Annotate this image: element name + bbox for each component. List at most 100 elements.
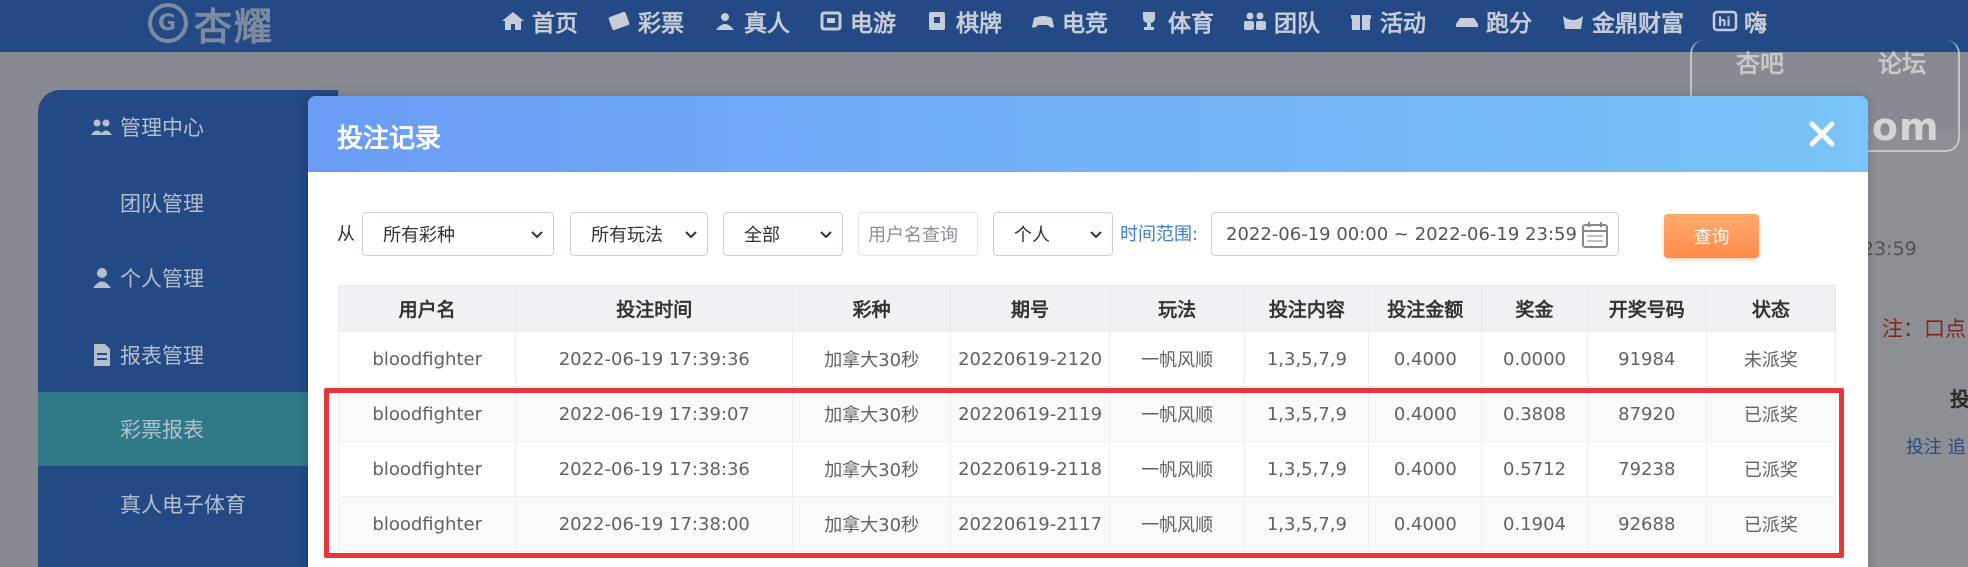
nav-item-11[interactable]: hi 嗨 bbox=[1712, 4, 1767, 38]
sidebar-item-5[interactable]: 真人电子体育 bbox=[38, 467, 338, 541]
column-header: 开奖号码 bbox=[1586, 285, 1707, 332]
username-search-placeholder: 用户名查询 bbox=[868, 225, 958, 246]
chevron-down-icon bbox=[685, 231, 697, 239]
background-panel bbox=[1860, 130, 1968, 567]
column-header: 期号 bbox=[950, 285, 1111, 332]
table-cell: 20220619-2117 bbox=[950, 496, 1111, 552]
hi-icon: hi bbox=[1712, 10, 1738, 32]
logo-mark-icon: G bbox=[148, 3, 188, 43]
cards-icon bbox=[924, 10, 950, 32]
ticket-icon bbox=[606, 10, 632, 32]
table-row[interactable]: bloodfighter 2022-06-19 17:38:00 加拿大30秒 202… bbox=[337, 496, 1837, 552]
nav-item-label: 活动 bbox=[1380, 11, 1426, 37]
sidebar-item-2[interactable]: 个人管理 bbox=[38, 241, 338, 315]
table-cell: 一帆风顺 bbox=[1109, 496, 1246, 552]
sidebar-item-3[interactable]: 报表管理 bbox=[38, 318, 338, 392]
table-cell: 1,3,5,7,9 bbox=[1244, 386, 1370, 442]
table-cell: 加拿大30秒 bbox=[792, 441, 952, 497]
lottery-select[interactable]: 所有彩种 bbox=[362, 212, 554, 256]
sidebar-item-4[interactable]: 彩票报表 bbox=[38, 392, 338, 466]
status-cell: 已派奖 bbox=[1705, 386, 1837, 442]
nav-item-7[interactable]: 团队 bbox=[1242, 4, 1320, 38]
background-date-tail: 23:59 bbox=[1862, 238, 1917, 260]
filter-row: 从 所有彩种 所有玩法 全部 用户名查询 个人 时间范围: 2022-06-19… bbox=[308, 212, 1868, 258]
status-cell: 已派奖 bbox=[1705, 441, 1837, 497]
close-button[interactable] bbox=[1800, 112, 1844, 156]
username-search-input[interactable]: 用户名查询 bbox=[858, 212, 978, 256]
nav-item-label: 电游 bbox=[850, 11, 896, 37]
date-range-input[interactable]: 2022-06-19 00:00 ~ 2022-06-19 23:59 bbox=[1211, 212, 1619, 256]
table-cell: 1,3,5,7,9 bbox=[1244, 441, 1370, 497]
nav-item-label: 首页 bbox=[532, 11, 578, 37]
nav-item-label: 嗨 bbox=[1744, 11, 1767, 37]
table-cell: 0.5712 bbox=[1481, 441, 1588, 497]
column-header: 投注内容 bbox=[1244, 285, 1370, 332]
chevron-down-icon bbox=[820, 231, 832, 239]
nav-item-9[interactable]: 跑分 bbox=[1454, 4, 1532, 38]
query-button[interactable]: 查询 bbox=[1664, 214, 1759, 258]
table-cell: 加拿大30秒 bbox=[792, 496, 952, 552]
background-column-header: 投 bbox=[1950, 387, 1968, 411]
sidebar-item-0[interactable]: 管理中心 bbox=[38, 90, 338, 164]
top-navbar: G 杏耀 首页 彩票 真人 电游 棋牌 电竞 体育 团队 活动 跑分 金鼎财富 hi 嗨 bbox=[0, 0, 1968, 52]
nav-item-label: 真人 bbox=[744, 11, 790, 37]
report-icon bbox=[88, 343, 116, 367]
nav-item-5[interactable]: 电竞 bbox=[1030, 4, 1108, 38]
table-cell: 20220619-2119 bbox=[950, 386, 1111, 442]
background-bet-link[interactable]: 投注 追 bbox=[1906, 433, 1966, 459]
table-cell: 92688 bbox=[1586, 496, 1707, 552]
nav-item-10[interactable]: 金鼎财富 bbox=[1560, 4, 1684, 38]
live-icon bbox=[712, 10, 738, 32]
table-row[interactable]: bloodfighter 2022-06-19 17:39:36 加拿大30秒 202… bbox=[337, 331, 1837, 387]
home-icon bbox=[500, 10, 526, 32]
nav-item-2[interactable]: 真人 bbox=[712, 4, 790, 38]
svg-text:hi: hi bbox=[1718, 15, 1731, 29]
sidebar: 管理中心团队管理个人管理 报表管理 彩票报表 真人电子体育 bbox=[38, 90, 338, 567]
nav-item-8[interactable]: 活动 bbox=[1348, 4, 1426, 38]
wealth-icon bbox=[1560, 10, 1586, 32]
table-cell: bloodfighter bbox=[337, 386, 517, 442]
nav-item-label: 金鼎财富 bbox=[1592, 11, 1684, 37]
trophy-icon bbox=[1136, 10, 1162, 32]
from-label: 从 bbox=[337, 224, 355, 245]
play-select[interactable]: 所有玩法 bbox=[570, 212, 708, 256]
nav-item-label: 体育 bbox=[1168, 11, 1214, 37]
table-cell: 0.4000 bbox=[1368, 386, 1483, 442]
status-select[interactable]: 全部 bbox=[723, 212, 843, 256]
table-row[interactable]: bloodfighter 2022-06-19 17:39:07 加拿大30秒 202… bbox=[337, 386, 1837, 442]
bet-record-modal: 投注记录 从 所有彩种 所有玩法 全部 用户名查询 个人 时间范围: 2022-… bbox=[308, 96, 1868, 567]
bet-record-table: 用户名 投注时间 彩种 期号 玩法 投注内容 投注金额 奖金 开奖号码 状态 bloodfight… bbox=[337, 285, 1837, 552]
scope-select[interactable]: 个人 bbox=[993, 212, 1113, 256]
users-icon bbox=[88, 117, 116, 137]
user-icon bbox=[88, 267, 116, 289]
nav-item-label: 棋牌 bbox=[956, 11, 1002, 37]
lottery-select-value: 所有彩种 bbox=[383, 225, 455, 246]
calendar-icon[interactable] bbox=[1580, 220, 1610, 250]
table-header-row: 用户名 投注时间 彩种 期号 玩法 投注内容 投注金额 奖金 开奖号码 状态 bbox=[337, 285, 1837, 332]
table-cell: 0.3808 bbox=[1481, 386, 1588, 442]
column-header: 状态 bbox=[1705, 285, 1837, 332]
table-cell: 2022-06-19 17:39:07 bbox=[515, 386, 794, 442]
slot-icon bbox=[818, 10, 844, 32]
table-cell: 0.1904 bbox=[1481, 496, 1588, 552]
table-cell: bloodfighter bbox=[337, 331, 517, 387]
nav-item-6[interactable]: 体育 bbox=[1136, 4, 1214, 38]
chevron-down-icon bbox=[531, 231, 543, 239]
table-cell: 一帆风顺 bbox=[1109, 386, 1246, 442]
scope-select-value: 个人 bbox=[1014, 225, 1050, 246]
status-select-value: 全部 bbox=[744, 225, 780, 246]
sidebar-item-label: 团队管理 bbox=[120, 192, 204, 216]
nav-item-3[interactable]: 电游 bbox=[818, 4, 896, 38]
table-cell: 1,3,5,7,9 bbox=[1244, 496, 1370, 552]
brand-logo[interactable]: G 杏耀 bbox=[148, 0, 274, 49]
nav-item-4[interactable]: 棋牌 bbox=[924, 4, 1002, 38]
main-nav: 首页 彩票 真人 电游 棋牌 电竞 体育 团队 活动 跑分 金鼎财富 hi 嗨 bbox=[500, 0, 1795, 42]
nav-item-0[interactable]: 首页 bbox=[500, 4, 578, 38]
logo-text: 杏耀 bbox=[194, 4, 275, 49]
table-cell: bloodfighter bbox=[337, 441, 517, 497]
table-cell: 2022-06-19 17:38:00 bbox=[515, 496, 794, 552]
team-icon bbox=[1242, 10, 1268, 32]
nav-item-1[interactable]: 彩票 bbox=[606, 4, 684, 38]
table-row[interactable]: bloodfighter 2022-06-19 17:38:36 加拿大30秒 202… bbox=[337, 441, 1837, 497]
sidebar-item-1[interactable]: 团队管理 bbox=[38, 166, 338, 240]
